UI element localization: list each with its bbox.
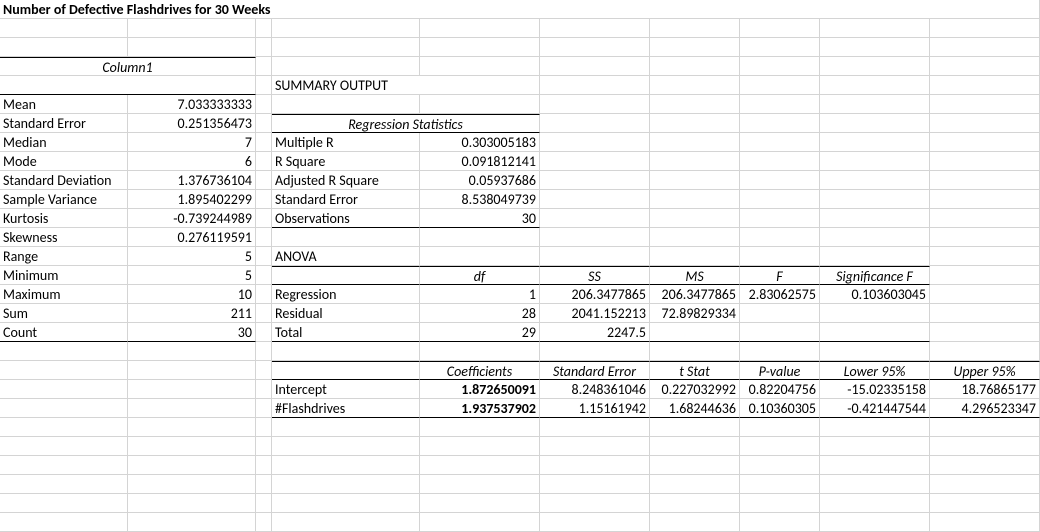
stat-label-mode: Mode — [0, 152, 128, 171]
stat-label-sv: Sample Variance — [0, 190, 128, 209]
reg-label-arsq: Adjusted R Square — [272, 171, 420, 190]
anova-reg-f: 2.83062575 — [740, 285, 820, 304]
stat-label-median: Median — [0, 133, 128, 152]
stat-value-median: 7 — [128, 133, 256, 152]
anova-header-sigf: Significance F — [820, 266, 930, 285]
reg-value-rsq: 0.091812141 — [420, 152, 540, 171]
stat-value-se: 0.251356473 — [128, 114, 256, 133]
coef-fd-coef: 1.937537902 — [420, 399, 540, 418]
stat-value-skew: 0.276119591 — [128, 228, 256, 247]
reg-value-multipler: 0.303005183 — [420, 133, 540, 152]
coef-fd-se: 1.15161942 — [540, 399, 650, 418]
stat-value-max: 10 — [128, 285, 256, 304]
column1-header: Column1 — [0, 57, 256, 76]
stat-value-range: 5 — [128, 247, 256, 266]
coef-header-p: P-value — [740, 361, 820, 380]
coef-fd-t: 1.68244636 — [650, 399, 740, 418]
anova-header-ss: SS — [540, 266, 650, 285]
coef-header-t: t Stat — [650, 361, 740, 380]
stat-value-sum: 211 — [128, 304, 256, 323]
coef-int-p: 0.82204756 — [740, 380, 820, 399]
reg-label-multipler: Multiple R — [272, 133, 420, 152]
stat-label-mean: Mean — [0, 95, 128, 114]
anova-tot-ss: 2247.5 — [540, 323, 650, 342]
coef-fd-l95: -0.421447544 — [820, 399, 930, 418]
reg-label-se: Standard Error — [272, 190, 420, 209]
stat-value-count: 30 — [128, 323, 256, 342]
stat-label-max: Maximum — [0, 285, 128, 304]
stat-value-sd: 1.376736104 — [128, 171, 256, 190]
anova-row-residual: Residual — [272, 304, 420, 323]
stat-label-min: Minimum — [0, 266, 128, 285]
stat-label-sd: Standard Deviation — [0, 171, 128, 190]
coef-int-l95: -15.02335158 — [820, 380, 930, 399]
spreadsheet[interactable]: // We will draw blank cells underlay via… — [0, 0, 1040, 530]
coef-row-intercept: Intercept — [272, 380, 420, 399]
coef-fd-u95: 4.296523347 — [930, 399, 1040, 418]
stat-label-range: Range — [0, 247, 128, 266]
anova-res-ss: 2041.152213 — [540, 304, 650, 323]
summary-output-label: SUMMARY OUTPUT — [272, 76, 540, 95]
coef-fd-p: 0.10360305 — [740, 399, 820, 418]
stat-value-mode: 6 — [128, 152, 256, 171]
stat-value-kurt: -0.739244989 — [128, 209, 256, 228]
coef-header-u95: Upper 95% — [930, 361, 1040, 380]
anova-reg-ms: 206.3477865 — [650, 285, 740, 304]
anova-reg-sig: 0.103603045 — [820, 285, 930, 304]
stat-label-sum: Sum — [0, 304, 128, 323]
stat-value-sv: 1.895402299 — [128, 190, 256, 209]
coef-header-coef: Coefficients — [420, 361, 540, 380]
stat-label-skew: Skewness — [0, 228, 128, 247]
anova-row-total: Total — [272, 323, 420, 342]
coef-header-l95: Lower 95% — [820, 361, 930, 380]
coef-int-se: 8.248361046 — [540, 380, 650, 399]
anova-tot-df: 29 — [420, 323, 540, 342]
reg-value-obs: 30 — [420, 209, 540, 228]
anova-header-df: df — [420, 266, 540, 285]
anova-res-ms: 72.89829334 — [650, 304, 740, 323]
stat-label-se: Standard Error — [0, 114, 128, 133]
anova-header-f: F — [740, 266, 820, 285]
coef-int-u95: 18.76865177 — [930, 380, 1040, 399]
reg-label-rsq: R Square — [272, 152, 420, 171]
stat-label-count: Count — [0, 323, 128, 342]
reg-value-arsq: 0.05937686 — [420, 171, 540, 190]
coef-row-flashdrives: #Flashdrives — [272, 399, 420, 418]
reg-value-se: 8.538049739 — [420, 190, 540, 209]
stat-label-kurt: Kurtosis — [0, 209, 128, 228]
stat-value-mean: 7.033333333 — [128, 95, 256, 114]
anova-res-df: 28 — [420, 304, 540, 323]
anova-reg-ss: 206.3477865 — [540, 285, 650, 304]
anova-reg-df: 1 — [420, 285, 540, 304]
stat-value-min: 5 — [128, 266, 256, 285]
coef-int-t: 0.227032992 — [650, 380, 740, 399]
anova-title: ANOVA — [272, 247, 420, 266]
anova-header-ms: MS — [650, 266, 740, 285]
regression-stats-title: Regression Statistics — [272, 114, 540, 133]
page-title: Number of Defective Flashdrives for 30 W… — [0, 0, 1040, 19]
coef-int-coef: 1.872650091 — [420, 380, 540, 399]
reg-label-obs: Observations — [272, 209, 420, 228]
anova-row-regression: Regression — [272, 285, 420, 304]
coef-header-se: Standard Error — [540, 361, 650, 380]
